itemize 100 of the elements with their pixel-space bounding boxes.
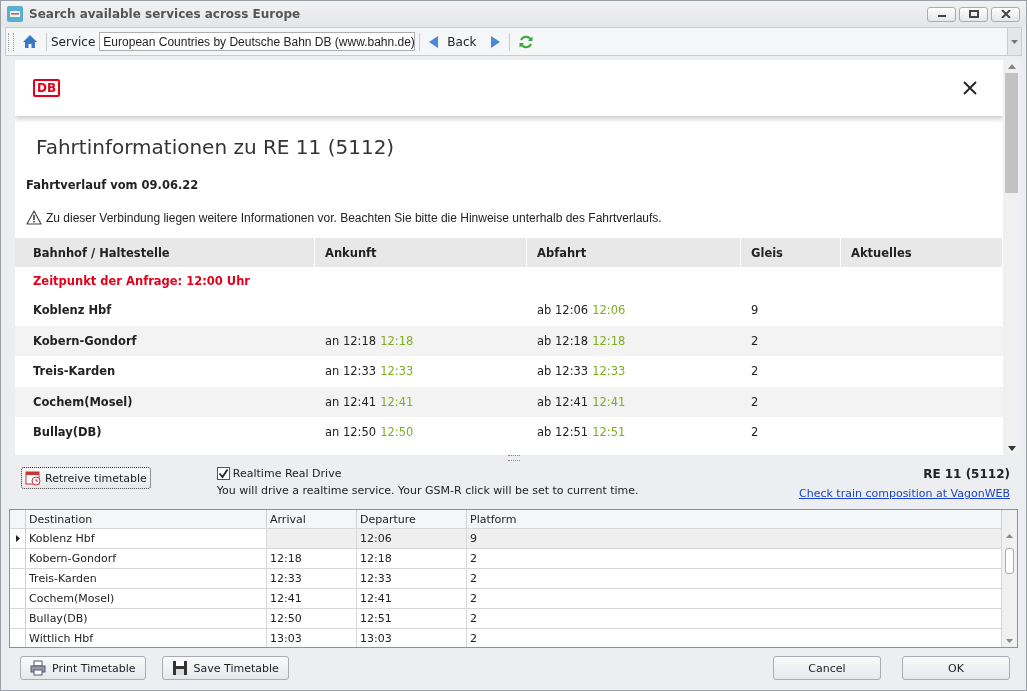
right-arrow-icon xyxy=(490,35,500,48)
platform-number: 2 xyxy=(751,333,759,348)
platform-number: 2 xyxy=(751,364,759,379)
platform-number: 2 xyxy=(751,425,759,440)
table-cell: 12:18 xyxy=(360,552,392,565)
scheduled-time: ab 12:06 xyxy=(537,303,589,318)
table-cell: Cochem(Mosel) xyxy=(29,592,115,605)
table-cell: 2 xyxy=(470,572,477,585)
table-cell: Treis-Karden xyxy=(29,572,97,585)
scroll-up-icon xyxy=(1007,64,1016,69)
actual-time: 12:18 xyxy=(592,333,626,348)
print-timetable-button[interactable]: Print Timetable xyxy=(20,656,146,680)
table-cell: 2 xyxy=(470,592,477,605)
column-header: Gleis xyxy=(741,238,841,267)
table-row[interactable]: Cochem(Mosel) 12:41 12:41 2 xyxy=(10,589,1002,609)
checkmark-icon xyxy=(217,468,229,479)
table-row[interactable]: Kobern-Gondorf 12:18 12:18 2 xyxy=(10,549,1002,569)
scheduled-time: an 12:50 xyxy=(325,425,377,440)
table-row[interactable]: Bullay(DB) 12:50 12:51 2 xyxy=(10,609,1002,629)
table-cell: 12:06 xyxy=(360,532,392,545)
service-dropdown[interactable]: European Countries by Deutsche Bahn DB (www.bahn.de) xyxy=(99,32,416,51)
journey-date: Fahrtverlauf vom 09.06.22 xyxy=(26,178,200,192)
close-icon xyxy=(1000,10,1011,18)
scheduled-time: an 12:41 xyxy=(325,394,377,409)
actual-time: 12:41 xyxy=(592,394,626,409)
actual-time: 12:41 xyxy=(380,394,414,409)
table-cell: 12:33 xyxy=(270,572,302,585)
station-name: Cochem(Mosel) xyxy=(33,394,133,409)
table-cell: 2 xyxy=(470,612,477,625)
table-cell: 12:33 xyxy=(360,572,392,585)
back-button[interactable]: Back xyxy=(424,31,482,52)
column-header: Bahnhof / Haltestelle xyxy=(15,238,315,267)
realtime-note: You will drive a realtime service. Your GSM-R click will be set to current time. xyxy=(216,484,639,497)
station-name: Kobern-Gondorf xyxy=(33,333,137,348)
realtime-checkbox[interactable]: Realtime Real Drive xyxy=(216,467,639,480)
request-time: Zeitpunkt der Anfrage: 12:00 Uhr xyxy=(33,274,250,288)
window-title: Search available services across Europe xyxy=(29,7,301,21)
scheduled-time: ab 12:41 xyxy=(537,394,589,409)
splitter-handle[interactable] xyxy=(507,455,520,461)
table-cell: 2 xyxy=(470,632,477,645)
scheduled-time: an 12:18 xyxy=(325,333,377,348)
actual-time: 12:33 xyxy=(592,364,626,379)
scheduled-time: ab 12:33 xyxy=(537,364,589,379)
column-header: Arrival xyxy=(267,510,357,528)
printer-icon xyxy=(30,660,46,676)
table-cell: 12:51 xyxy=(360,612,392,625)
close-button[interactable] xyxy=(991,6,1020,22)
service-label: Service xyxy=(51,34,96,49)
scroll-down-icon xyxy=(1006,639,1013,643)
scrollbar-thumb[interactable] xyxy=(1005,73,1018,193)
column-header: Abfahrt xyxy=(527,238,741,267)
table-cell: 12:18 xyxy=(270,552,302,565)
vagonweb-link[interactable]: Check train composition at VagonWEB xyxy=(799,487,1010,500)
scheduled-time: ab 12:18 xyxy=(537,333,589,348)
table-cell: 12:41 xyxy=(270,592,302,605)
platform-number: 9 xyxy=(751,303,759,318)
row-pointer-icon xyxy=(15,535,20,542)
scroll-up-icon xyxy=(1006,534,1013,538)
save-timetable-button[interactable]: Save Timetable xyxy=(161,656,289,680)
db-logo: DB xyxy=(33,79,61,97)
station-name: Koblenz Hbf xyxy=(33,303,112,318)
warning-icon xyxy=(26,210,42,225)
scroll-down-icon xyxy=(1007,446,1016,451)
station-name: Treis-Karden xyxy=(33,364,116,379)
table-cell: Kobern-Gondorf xyxy=(29,552,117,565)
cancel-button[interactable]: Cancel xyxy=(773,656,881,680)
minimize-button[interactable] xyxy=(927,6,956,22)
train-name: RE 11 (5112) xyxy=(923,467,1010,481)
close-icon[interactable] xyxy=(963,81,977,95)
ok-button[interactable]: OK xyxy=(902,656,1010,680)
actual-time: 12:18 xyxy=(380,333,414,348)
table-row[interactable]: Treis-Karden 12:33 12:33 2 xyxy=(10,569,1002,589)
home-icon xyxy=(23,35,37,48)
actual-time: 12:33 xyxy=(380,364,414,379)
scrollbar-thumb[interactable] xyxy=(1005,548,1014,574)
page-heading: Fahrtinformationen zu RE 11 (5112) xyxy=(36,135,396,159)
caret-icon xyxy=(1011,39,1018,44)
table-cell: 13:03 xyxy=(360,632,392,645)
column-header: Departure xyxy=(357,510,467,528)
scheduled-time: ab 12:51 xyxy=(537,425,589,440)
calendar-icon xyxy=(25,470,41,486)
column-header: Ankunft xyxy=(315,238,527,267)
scheduled-time: an 12:33 xyxy=(325,364,377,379)
left-arrow-icon xyxy=(429,35,439,48)
toolbar-overflow-button[interactable] xyxy=(1007,28,1021,55)
actual-time: 12:51 xyxy=(592,425,626,440)
station-name: Bullay(DB) xyxy=(33,425,102,440)
refresh-icon xyxy=(518,34,533,49)
maximize-button[interactable] xyxy=(959,6,988,22)
maximize-icon xyxy=(968,10,979,18)
app-icon xyxy=(7,6,23,22)
table-cell: Bullay(DB) xyxy=(29,612,88,625)
table-cell: 13:03 xyxy=(270,632,302,645)
table-cell: Wittlich Hbf xyxy=(29,632,94,645)
actual-time: 12:50 xyxy=(380,425,414,440)
column-header: Destination xyxy=(26,510,267,528)
table-cell: 12:41 xyxy=(360,592,392,605)
retrieve-timetable-button[interactable]: Retreive timetable xyxy=(21,467,151,489)
notice-text: Zu dieser Verbindung liegen weitere Informationen vor. Beachten Sie bitte die Hinweise unterhalb des Fahrtverlaufs. xyxy=(46,210,662,225)
platform-number: 2 xyxy=(751,394,759,409)
